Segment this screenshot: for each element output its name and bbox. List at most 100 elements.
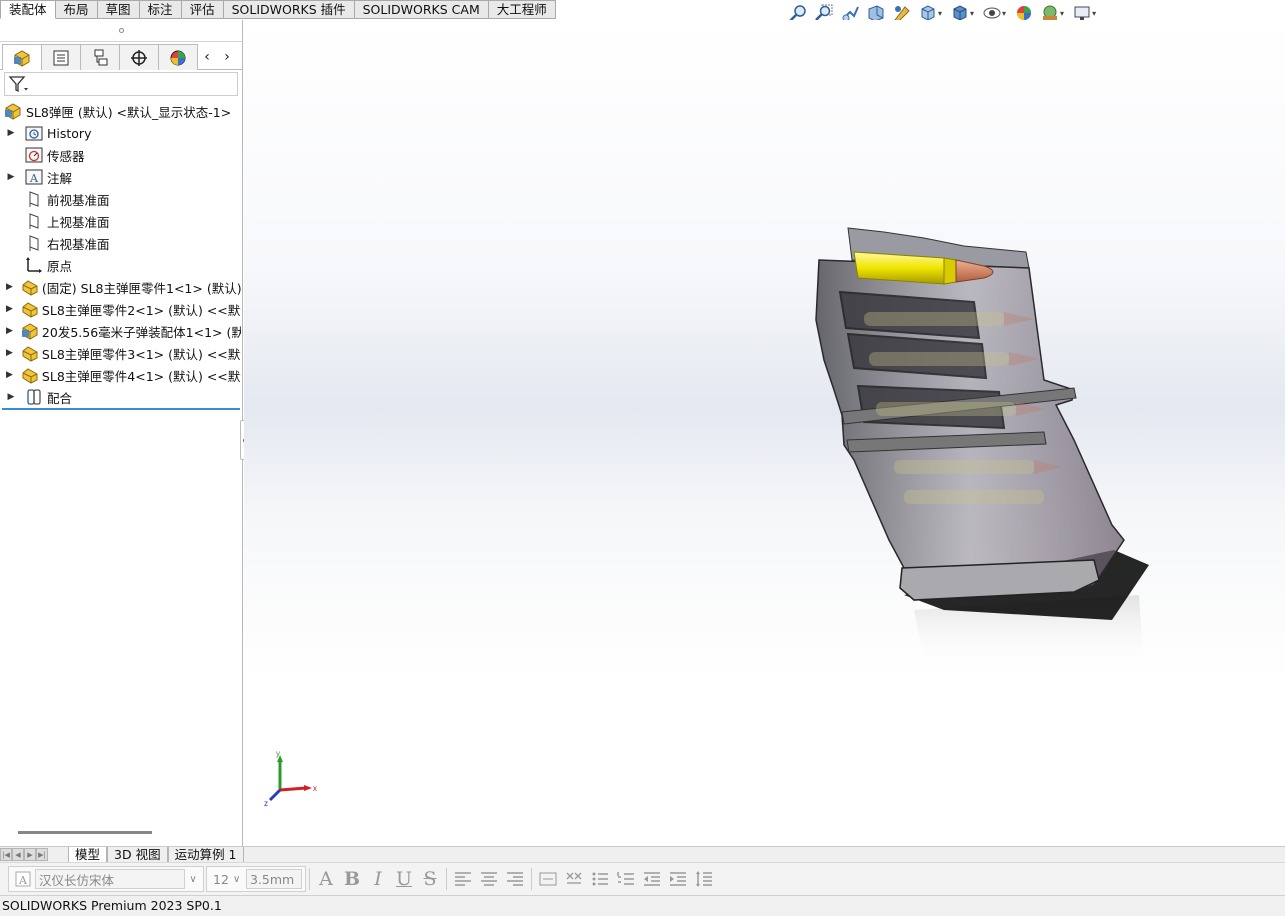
sensor-icon: [24, 145, 44, 165]
tab-3d-view[interactable]: 3D 视图: [107, 846, 168, 863]
size-dropdown-icon[interactable]: ∨: [233, 874, 245, 885]
strikethrough-icon[interactable]: S: [417, 868, 443, 890]
view-orientation-caret[interactable]: ▾: [938, 9, 942, 18]
first-tab-icon[interactable]: |◀: [0, 848, 12, 861]
triad-y-label: y: [276, 749, 280, 758]
font-dropdown-icon[interactable]: ∨: [186, 874, 200, 885]
expand-arrow-icon[interactable]: ▶: [6, 348, 13, 358]
tab-scroll-left-icon[interactable]: ‹: [197, 44, 217, 70]
tree-item[interactable]: 传感器: [0, 144, 241, 166]
prev-tab-icon[interactable]: ◀: [12, 848, 24, 861]
tab-scroll-right-icon[interactable]: ›: [217, 44, 237, 70]
apply-scene-caret[interactable]: ▾: [1060, 9, 1064, 18]
part-icon: [21, 277, 39, 297]
configuration-manager-icon[interactable]: [80, 44, 120, 70]
tab-markup[interactable]: 标注: [139, 0, 182, 19]
hide-show-caret[interactable]: ▾: [1002, 9, 1006, 18]
tab-engineer[interactable]: 大工程师: [488, 0, 556, 19]
view-settings-caret[interactable]: ▾: [1092, 9, 1096, 18]
tree-item[interactable]: ▶ 配合: [0, 386, 241, 408]
tree-item-label: History: [47, 125, 92, 141]
feature-tree: SL8弹匣 (默认) <默认_显示状态-1> ▶ History 传感器 ▶ A 注解前视…: [0, 100, 242, 410]
font-size-field[interactable]: 12: [210, 869, 232, 889]
tree-item-label: SL8主弹匣零件3<1> (默认) <<默认: [41, 346, 241, 362]
font-name-field[interactable]: 汉仪长仿宋体: [35, 869, 185, 889]
property-manager-icon[interactable]: [41, 44, 81, 70]
tab-model[interactable]: 模型: [68, 846, 108, 863]
magazine-model[interactable]: [244, 20, 1285, 846]
formatting-toolbar: A 汉仪长仿宋体 ∨ 12 ∨ 3.5mm A B I U S: [0, 862, 1285, 895]
tree-item[interactable]: ▶ History: [0, 122, 241, 144]
tree-item[interactable]: ▶ SL8主弹匣零件3<1> (默认) <<默认: [0, 342, 241, 364]
subassembly-icon: [21, 321, 39, 341]
bold-icon[interactable]: B: [339, 868, 365, 890]
tree-root[interactable]: SL8弹匣 (默认) <默认_显示状态-1>: [0, 100, 241, 122]
tree-item[interactable]: ▶ (固定) SL8主弹匣零件1<1> (默认): [0, 276, 241, 298]
status-bar: SOLIDWORKS Premium 2023 SP0.1: [0, 895, 1285, 916]
tree-horizontal-scrollbar[interactable]: [18, 831, 152, 834]
underline-icon[interactable]: U: [391, 868, 417, 890]
tab-assembly[interactable]: 装配体: [0, 0, 56, 19]
graphics-area[interactable]: y x z: [244, 20, 1285, 846]
italic-icon[interactable]: I: [365, 868, 391, 890]
decrease-indent-icon[interactable]: [639, 868, 665, 890]
z-axis-line: [268, 788, 282, 802]
symbol-icon[interactable]: [561, 868, 587, 890]
tab-sketch[interactable]: 草图: [97, 0, 140, 19]
feature-manager-icon[interactable]: [2, 44, 42, 70]
expand-arrow-icon[interactable]: ▶: [6, 304, 13, 314]
plane-icon: [24, 189, 44, 209]
tree-item[interactable]: 上视基准面: [0, 210, 241, 232]
tree-filter[interactable]: [4, 72, 238, 96]
font-color-icon[interactable]: A: [313, 868, 339, 890]
last-tab-icon[interactable]: ▶|: [36, 848, 48, 861]
font-style-icon[interactable]: A: [12, 868, 34, 890]
tree-item[interactable]: ▶ A 注解: [0, 166, 241, 188]
root-label: SL8弹匣 (默认) <默认_显示状态-1>: [26, 104, 232, 120]
display-manager-icon[interactable]: [158, 44, 198, 70]
rollback-bar[interactable]: [2, 408, 240, 410]
triad-x-label: x: [313, 784, 317, 793]
origin-icon: [24, 255, 44, 275]
svg-text:A: A: [18, 874, 28, 887]
tree-item[interactable]: ▶ SL8主弹匣零件2<1> (默认) <<默认: [0, 298, 241, 320]
tree-item[interactable]: 前视基准面: [0, 188, 241, 210]
tab-solidworks-cam[interactable]: SOLIDWORKS CAM: [354, 0, 489, 19]
tab-solidworks-addins[interactable]: SOLIDWORKS 插件: [223, 0, 355, 19]
align-right-icon[interactable]: [502, 868, 528, 890]
tab-layout[interactable]: 布局: [55, 0, 98, 19]
numbering-icon[interactable]: [613, 868, 639, 890]
tree-item-label: 前视基准面: [47, 192, 110, 208]
line-spacing-icon[interactable]: [691, 868, 717, 890]
expand-arrow-icon[interactable]: ▶: [6, 370, 13, 380]
tab-motion-study[interactable]: 运动算例 1: [167, 846, 244, 863]
tree-item-label: 原点: [47, 258, 73, 274]
assembly-icon: [3, 101, 23, 121]
manager-tabs: ‹ ›: [0, 44, 242, 70]
tree-item-label: (固定) SL8主弹匣零件1<1> (默认): [41, 280, 241, 296]
expand-arrow-icon[interactable]: ▶: [6, 172, 16, 182]
dimxpert-manager-icon[interactable]: [119, 44, 159, 70]
tree-item[interactable]: ▶ 20发5.56毫米子弹装配体1<1> (默认: [0, 320, 241, 342]
display-style-caret[interactable]: ▾: [970, 9, 974, 18]
mates-icon: [24, 387, 44, 407]
increase-indent-icon[interactable]: [665, 868, 691, 890]
panel-grip[interactable]: [0, 20, 242, 42]
triad-z-label: z: [264, 799, 268, 808]
expand-arrow-icon[interactable]: ▶: [6, 326, 13, 336]
next-tab-icon[interactable]: ▶: [24, 848, 36, 861]
text-frame-icon[interactable]: [535, 868, 561, 890]
bullets-icon[interactable]: [587, 868, 613, 890]
align-center-icon[interactable]: [476, 868, 502, 890]
expand-arrow-icon[interactable]: ▶: [6, 282, 13, 292]
tree-item[interactable]: 右视基准面: [0, 232, 241, 254]
tree-item[interactable]: ▶ SL8主弹匣零件4<1> (默认) <<默认: [0, 364, 241, 386]
expand-arrow-icon[interactable]: ▶: [6, 128, 16, 138]
font-height-field[interactable]: 3.5mm: [246, 869, 302, 889]
align-left-icon[interactable]: [450, 868, 476, 890]
expand-arrow-icon[interactable]: ▶: [6, 392, 16, 402]
tab-evaluate[interactable]: 评估: [181, 0, 224, 19]
plane-icon: [24, 233, 44, 253]
command-manager-tabs: 装配体 布局 草图 标注 评估 SOLIDWORKS 插件 SOLIDWORKS…: [0, 0, 556, 19]
tree-item[interactable]: 原点: [0, 254, 241, 276]
